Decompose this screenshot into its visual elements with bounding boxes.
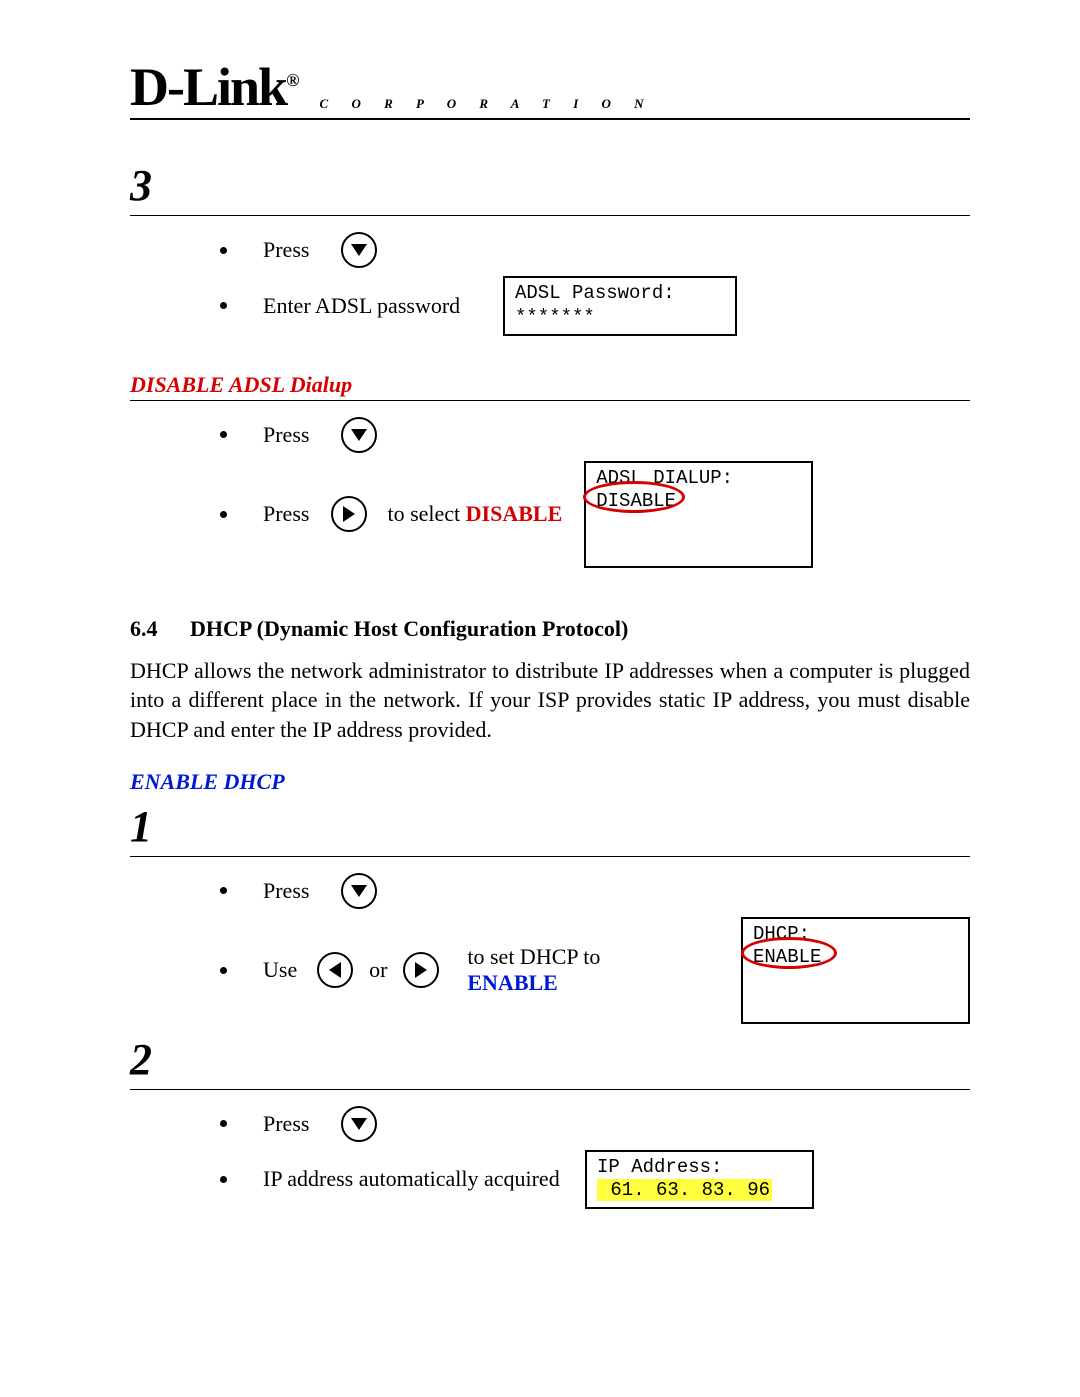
lcd-line-2: ENABLE: [753, 946, 821, 968]
rule: [130, 1089, 970, 1090]
bullet-row: Press: [220, 871, 970, 911]
right-button-icon: [403, 952, 439, 988]
section-6-4-heading: 6.4 DHCP (Dynamic Host Configuration Pro…: [130, 616, 970, 642]
enable-word: ENABLE: [467, 970, 557, 995]
bullet-icon: [220, 511, 227, 518]
bullet-row: Enter ADSL password ADSL Password: *****…: [220, 276, 970, 336]
lcd-line-1: ADSL Password:: [515, 282, 675, 304]
to-select-label: to select DISABLE: [387, 501, 562, 527]
rule: [130, 856, 970, 857]
section-number: 6.4: [130, 616, 190, 642]
step-number-2: 2: [130, 1034, 970, 1085]
lcd-line-2: *******: [515, 306, 595, 328]
press-label: Press: [263, 878, 309, 904]
left-button-icon: [317, 952, 353, 988]
enable-dhcp-step1-bullets: Press Use or to set DHCP to ENABLE DHCP:…: [130, 871, 970, 1024]
down-button-icon: [341, 417, 377, 453]
lcd-screen-ip-address: IP Address: 61. 63. 83. 96: [585, 1150, 814, 1210]
right-button-icon: [331, 496, 367, 532]
press-label: Press: [263, 237, 309, 263]
ip-auto-label: IP address automatically acquired: [263, 1166, 593, 1192]
bullet-icon: [220, 247, 227, 254]
bullet-row: Press: [220, 230, 970, 270]
down-button-icon: [341, 873, 377, 909]
brand-logo: D-Link®: [130, 60, 298, 114]
lcd-line-1: DHCP:: [753, 923, 810, 945]
press-label: Press: [263, 422, 309, 448]
disable-word: DISABLE: [466, 501, 563, 526]
header: D-Link® C O R P O R A T I O N: [130, 60, 970, 120]
lcd-screen-adsl-password: ADSL Password: *******: [503, 276, 737, 336]
bullet-row: Press: [220, 1104, 970, 1144]
bullet-icon: [220, 887, 227, 894]
brand-corporation: C O R P O R A T I O N: [320, 96, 654, 112]
bullet-row: Use or to set DHCP to ENABLE DHCP: ENABL…: [220, 917, 970, 1024]
lcd-line-1: IP Address:: [597, 1156, 722, 1178]
subheading-disable-adsl: DISABLE ADSL Dialup: [130, 372, 970, 398]
enable-dhcp-step2-bullets: Press IP address automatically acquired …: [130, 1104, 970, 1210]
enter-adsl-password-label: Enter ADSL password: [263, 293, 483, 319]
bullet-icon: [220, 1176, 227, 1183]
lcd-screen-adsl-dialup: ADSL DIALUP: DISABLE: [584, 461, 813, 568]
rule: [130, 215, 970, 216]
step3-bullets: Press Enter ADSL password ADSL Password:…: [130, 230, 970, 336]
press-label: Press: [263, 1111, 309, 1137]
brand-text: D-Link: [130, 57, 286, 117]
bullet-icon: [220, 1120, 227, 1127]
lcd-screen-dhcp: DHCP: ENABLE: [741, 917, 970, 1024]
press-label: Press: [263, 501, 309, 527]
bullet-icon: [220, 302, 227, 309]
use-label: Use: [263, 957, 297, 983]
or-label: or: [369, 957, 387, 983]
down-button-icon: [341, 1106, 377, 1142]
registered-mark: ®: [286, 70, 297, 90]
to-set-dhcp-label: to set DHCP to ENABLE: [467, 944, 695, 996]
section-title: DHCP (Dynamic Host Configuration Protoco…: [190, 616, 628, 642]
lcd-line-2-highlighted: 61. 63. 83. 96: [597, 1179, 772, 1201]
step-number-3: 3: [130, 160, 970, 211]
page: D-Link® C O R P O R A T I O N 3 Press En…: [0, 0, 1080, 1397]
lcd-line-1: ADSL DIALUP:: [596, 467, 733, 489]
section-6-4-body: DHCP allows the network administrator to…: [130, 656, 970, 745]
bullet-icon: [220, 431, 227, 438]
down-button-icon: [341, 232, 377, 268]
bullet-row: Press to select DISABLE ADSL DIALUP: DIS…: [220, 461, 970, 568]
bullet-row: IP address automatically acquired IP Add…: [220, 1150, 970, 1210]
bullet-row: Press: [220, 415, 970, 455]
step-number-1: 1: [130, 801, 970, 852]
subheading-enable-dhcp: ENABLE DHCP: [130, 769, 970, 795]
bullet-icon: [220, 967, 227, 974]
rule: [130, 400, 970, 401]
lcd-line-2: DISABLE: [596, 490, 676, 512]
disable-adsl-bullets: Press Press to select DISABLE ADSL DIALU…: [130, 415, 970, 568]
